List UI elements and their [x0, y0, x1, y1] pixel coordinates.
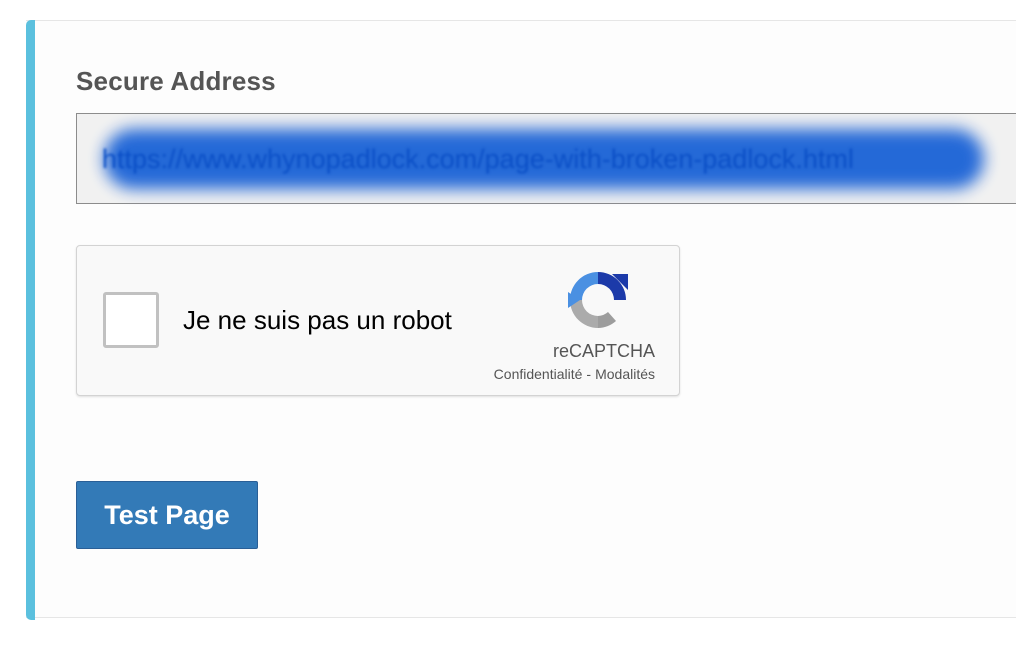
terms-link[interactable]: Modalités [595, 366, 655, 382]
accent-bar [26, 20, 35, 620]
test-page-button[interactable]: Test Page [76, 481, 258, 549]
links-separator: - [586, 366, 592, 382]
recaptcha-links: Confidentialité - Modalités [494, 366, 655, 382]
recaptcha-widget: Je ne suis pas un robot reCAPTCHA Confid… [76, 245, 680, 396]
recaptcha-label: Je ne suis pas un robot [183, 305, 452, 335]
url-test-card: Secure Address https://www.whynopadlock.… [26, 20, 1016, 620]
recaptcha-logo-icon [568, 272, 628, 328]
privacy-link[interactable]: Confidentialité [494, 366, 583, 382]
url-value-text: https://www.whynopadlock.com/page-with-b… [102, 144, 854, 174]
recaptcha-checkbox[interactable] [103, 292, 159, 348]
recaptcha-brand: reCAPTCHA [552, 341, 655, 361]
secure-address-label: Secure Address [76, 66, 276, 96]
